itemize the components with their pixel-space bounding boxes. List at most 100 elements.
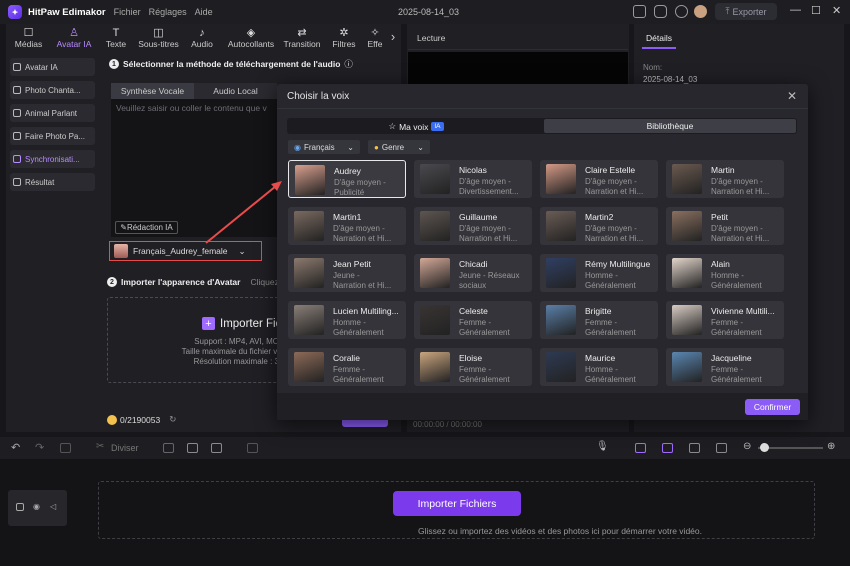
tab-ma-voix[interactable]: ☆ Ma voix IA [290, 120, 542, 133]
voice-desc-line1: Jeune - Réseaux [459, 271, 520, 280]
undo-icon[interactable]: ↶ [11, 441, 20, 454]
tool-transition[interactable]: ⇄ Transition [280, 24, 324, 52]
sidebar-item-animal-parlant[interactable]: Animal Parlant [10, 104, 95, 122]
voice-desc-line1: D'âge moyen - [334, 178, 386, 187]
tool-sous-titres[interactable]: ◫ Sous-titres [135, 24, 182, 52]
voice-card[interactable]: Claire Estelle D'âge moyen - Narration et … [540, 160, 658, 198]
voice-card[interactable]: Rémy Multilingue Homme - Généralement [540, 254, 658, 292]
voice-card[interactable]: Eloise Femme - Généralement [414, 348, 532, 386]
voice-card[interactable]: Celeste Femme - Généralement [414, 301, 532, 339]
zoom-out-icon[interactable]: ⊖ [743, 441, 751, 452]
tool-medias[interactable]: ☐ Médias [6, 24, 51, 52]
gender-filter[interactable]: ● Genre ⌄ [368, 140, 430, 154]
voice-card[interactable]: Lucien Multiling... Homme - Généralement [288, 301, 406, 339]
voice-select[interactable]: Français_Audrey_female ⌄ [109, 241, 262, 261]
voice-card[interactable]: Martin2 D'âge moyen - Narration et Hi... [540, 207, 658, 245]
toolbar-next-icon[interactable]: › [386, 24, 400, 52]
result-icon [13, 178, 21, 186]
export-button[interactable]: ⤒ Exporter [715, 3, 777, 20]
voice-card[interactable]: Alain Homme - Généralement [666, 254, 784, 292]
voice-avatar [546, 352, 576, 382]
voice-name: Audrey [334, 166, 361, 176]
voice-card[interactable]: Martin1 D'âge moyen - Narration et Hi... [288, 207, 406, 245]
gender-filter-label: Genre [381, 142, 405, 152]
redaction-ia-button[interactable]: ✎ Rédaction IA [115, 221, 178, 234]
menu-reglages[interactable]: Réglages [149, 7, 187, 17]
crop-icon[interactable] [211, 443, 222, 453]
cliquez-link[interactable]: Cliquez [250, 277, 278, 287]
info-icon[interactable]: ⓘ [344, 58, 353, 70]
tab-details[interactable]: Détails [642, 28, 676, 49]
sidebar-item-faire-photo[interactable]: Faire Photo Pa... [10, 127, 95, 145]
tool-autocollants[interactable]: ◈ Autocollants [222, 24, 280, 52]
add-icon[interactable] [247, 443, 258, 453]
voice-card[interactable]: Maurice Homme - Généralement [540, 348, 658, 386]
voice-card[interactable]: Brigitte Femme - Généralement [540, 301, 658, 339]
voice-card[interactable]: Nicolas D'âge moyen - Divertissement... [414, 160, 532, 198]
delete-icon[interactable] [60, 443, 71, 453]
voice-name: Rémy Multilingue [585, 259, 651, 269]
link-icon[interactable] [635, 443, 646, 453]
import-avatar-button[interactable]: + Importer Fich [202, 317, 288, 330]
sidebar-item-synchronisation[interactable]: Synchronisati... [10, 150, 95, 168]
transition-icon: ⇄ [297, 27, 307, 39]
voice-card[interactable]: Petit D'âge moyen - Narration et Hi... [666, 207, 784, 245]
minimize-icon[interactable]: — [790, 4, 801, 16]
support-resolution: Résolution maximale : 3 [193, 357, 279, 366]
shield-icon[interactable] [163, 443, 174, 453]
player-title: Lecture [408, 28, 628, 50]
text-input[interactable]: Veuillez saisir ou coller le contenu que… [111, 99, 277, 237]
layout-icon[interactable] [633, 5, 646, 18]
tool-texte[interactable]: T Texte [97, 24, 135, 52]
tool-label: Filtres [332, 39, 356, 49]
tool-effets[interactable]: ✧ Effe [364, 24, 386, 52]
eye-icon[interactable]: ◉ [33, 502, 40, 511]
voice-card[interactable]: Coralie Femme - Généralement [288, 348, 406, 386]
voice-card[interactable]: Chicadi Jeune - Réseaux sociaux [414, 254, 532, 292]
close-icon[interactable]: ✕ [832, 4, 841, 17]
feedback-icon[interactable] [654, 5, 667, 18]
scissors-icon[interactable]: ✂ [96, 441, 104, 452]
ia-badge: IA [431, 122, 444, 131]
language-filter[interactable]: ◉ Français ⌄ [288, 140, 360, 154]
refresh-icon[interactable]: ↻ [169, 414, 176, 425]
text-box-icon[interactable] [187, 443, 198, 453]
voice-desc-line2: sociaux [459, 281, 487, 290]
fit-icon[interactable] [716, 443, 727, 453]
microphone-icon[interactable]: 🎙 [596, 441, 609, 452]
voice-card[interactable]: Vivienne Multili... Femme - Généralement [666, 301, 784, 339]
maximize-icon[interactable]: ☐ [811, 4, 821, 17]
voice-card[interactable]: Guillaume D'âge moyen - Narration et Hi... [414, 207, 532, 245]
credits: 0/2190053 ↻ [107, 414, 176, 425]
import-files-button[interactable]: Importer Fichiers [393, 491, 521, 516]
sidebar-item-avatar-ia[interactable]: Avatar IA [10, 58, 95, 76]
voice-card[interactable]: Martin D'âge moyen - Narration et Hi... [666, 160, 784, 198]
avatar[interactable] [694, 5, 707, 18]
split-button[interactable]: Diviser [111, 443, 139, 453]
voice-card[interactable]: Audrey D'âge moyen - Publicité [288, 160, 406, 198]
snap-icon[interactable] [689, 443, 700, 453]
sidebar-item-photo-chantante[interactable]: Photo Chanta... [10, 81, 95, 99]
voice-card[interactable]: Jean Petit Jeune - Narration et Hi... [288, 254, 406, 292]
zoom-slider-handle[interactable] [760, 443, 769, 452]
magnet-icon[interactable] [662, 443, 673, 453]
lock-icon[interactable] [16, 503, 24, 511]
zoom-in-icon[interactable]: ⊕ [827, 441, 835, 452]
menu-fichier[interactable]: Fichier [114, 7, 141, 17]
tab-audio-local[interactable]: Audio Local [194, 83, 277, 99]
modal-close-icon[interactable]: ✕ [787, 89, 797, 103]
speaker-icon[interactable]: ◁ [50, 502, 56, 511]
voice-desc-line2: Narration et Hi... [333, 281, 392, 290]
tool-avatar-ia[interactable]: ♙ Avatar IA [51, 24, 97, 52]
redo-icon[interactable]: ↷ [35, 441, 44, 454]
voice-card[interactable]: Jacqueline Femme - Généralement [666, 348, 784, 386]
photo-talk-icon [13, 132, 21, 140]
menu-aide[interactable]: Aide [195, 7, 213, 17]
download-icon[interactable] [675, 5, 688, 18]
confirm-button[interactable]: Confirmer [745, 399, 800, 415]
sidebar-item-resultat[interactable]: Résultat [10, 173, 95, 191]
tool-filtres[interactable]: ✲ Filtres [324, 24, 364, 52]
tab-bibliotheque[interactable]: Bibliothèque [544, 119, 796, 133]
tool-audio[interactable]: ♪ Audio [182, 24, 222, 52]
tab-synthese-vocale[interactable]: Synthèse Vocale [111, 83, 194, 99]
